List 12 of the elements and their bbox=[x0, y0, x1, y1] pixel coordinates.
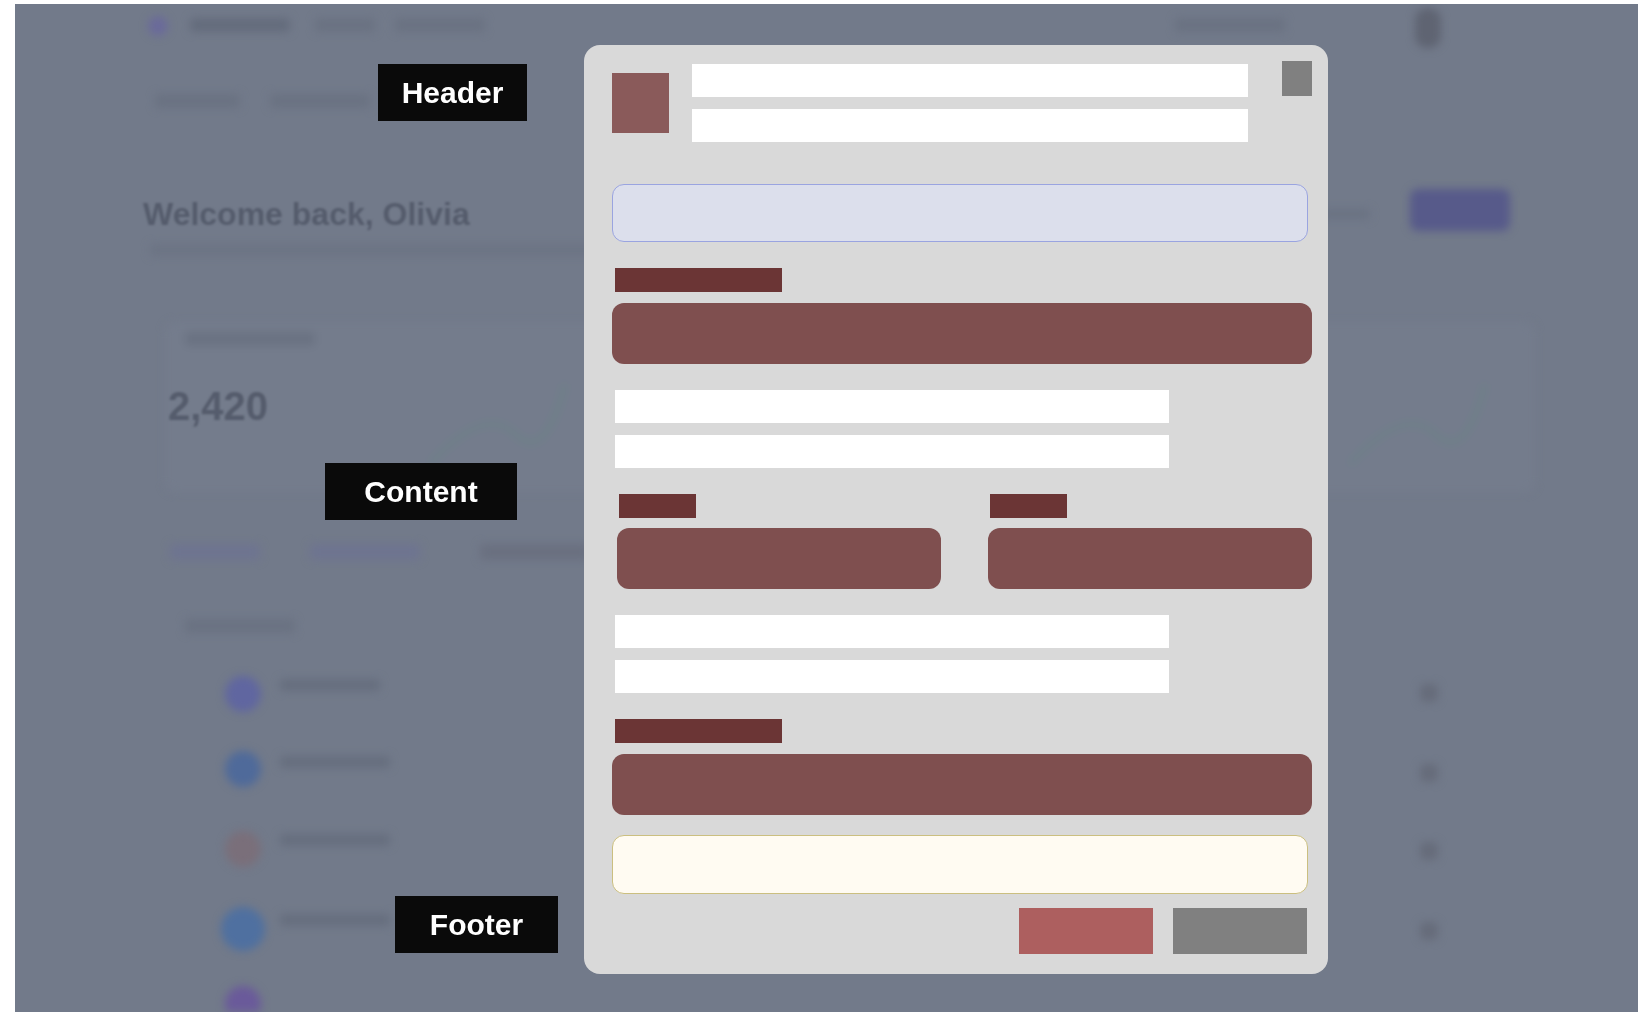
secondary-button[interactable] bbox=[1173, 908, 1307, 954]
section-label: Content bbox=[325, 463, 517, 520]
search-field[interactable] bbox=[612, 184, 1308, 242]
avatar-placeholder bbox=[612, 73, 669, 133]
input-field[interactable] bbox=[612, 303, 1312, 364]
section-label: Footer bbox=[395, 896, 558, 953]
input-field[interactable] bbox=[612, 754, 1312, 815]
primary-button[interactable] bbox=[1019, 908, 1153, 954]
close-button[interactable] bbox=[1282, 61, 1312, 96]
input-field[interactable] bbox=[988, 528, 1312, 589]
input-field[interactable] bbox=[617, 528, 941, 589]
section-label: Header bbox=[378, 64, 527, 121]
